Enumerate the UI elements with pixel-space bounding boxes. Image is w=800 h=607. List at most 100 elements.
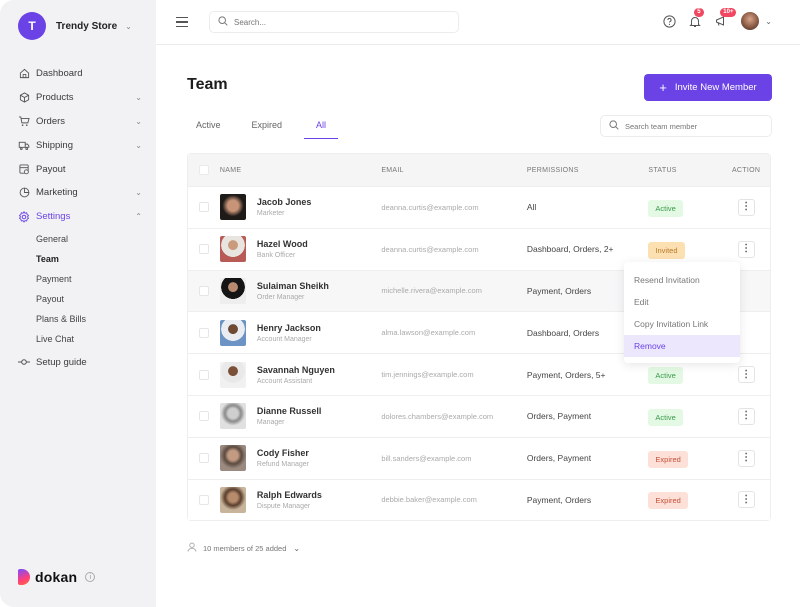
member-permissions: All: [526, 202, 537, 213]
sidebar-item-setup-guide[interactable]: Setup guide: [18, 351, 142, 375]
status-tabs: Active Expired All: [187, 112, 351, 139]
header-status[interactable]: STATUS: [648, 167, 722, 174]
member-role: Marketer: [256, 210, 285, 218]
chevron-down-icon[interactable]: ⌄: [765, 17, 772, 26]
member-name: Dianne Russell: [256, 406, 322, 417]
brand-name: dokan: [35, 569, 78, 585]
member-role: Refund Manager: [256, 461, 310, 469]
table-row[interactable]: Cody Fisher Refund Manager bill.sanders@…: [188, 436, 770, 479]
member-email: tim.jennings@example.com: [381, 370, 474, 380]
sidebar-item-dashboard[interactable]: Dashboard: [18, 62, 142, 86]
sidebar-item-products[interactable]: Products ⌄: [18, 86, 142, 110]
table-row[interactable]: Dianne Russell Manager dolores.chambers@…: [188, 394, 770, 437]
announcements-megaphone-icon[interactable]: 10+: [713, 8, 737, 29]
notifications-badge: 5: [694, 8, 704, 17]
sidebar-item-label: Payout: [36, 163, 66, 175]
top-actions: 5 10+ ⌄: [651, 8, 772, 30]
status-badge: Active: [648, 408, 683, 426]
payout-icon: [18, 163, 30, 175]
row-checkbox[interactable]: [198, 494, 209, 505]
table-row[interactable]: Ralph Edwards Dispute Manager debbie.bak…: [188, 478, 770, 521]
help-icon[interactable]: [661, 13, 677, 29]
row-checkbox[interactable]: [198, 202, 209, 213]
menu-toggle-icon[interactable]: [176, 17, 188, 27]
more-actions-icon[interactable]: ⋮: [737, 407, 755, 425]
sidebar-item-settings[interactable]: Settings ⌃: [18, 205, 142, 229]
menu-item-remove[interactable]: Remove: [624, 335, 740, 357]
row-checkbox[interactable]: [198, 369, 209, 380]
tab-active[interactable]: Active: [187, 112, 230, 139]
store-switcher[interactable]: T Trendy Store ⌄: [18, 12, 132, 40]
member-avatar: [219, 194, 246, 221]
select-all-checkbox[interactable]: [198, 165, 209, 175]
member-role: Dispute Manager: [256, 502, 311, 510]
sidebar-item-payout[interactable]: Payout: [18, 157, 142, 181]
chevron-down-icon: ⌄: [135, 140, 142, 150]
sidebar-item-label: Products: [36, 92, 74, 104]
global-search-input[interactable]: [234, 17, 434, 27]
more-actions-icon[interactable]: ⋮: [737, 240, 755, 258]
team-search[interactable]: [600, 115, 772, 137]
member-permissions: Orders, Payment: [526, 453, 592, 464]
notifications-bell-icon[interactable]: 5: [687, 8, 704, 29]
header-permissions[interactable]: PERMISSIONS: [527, 167, 649, 174]
header-name[interactable]: NAME: [220, 167, 381, 174]
sidebar-item-label: Dashboard: [36, 68, 83, 80]
submenu-item-plans-bills[interactable]: Plans & Bills: [36, 309, 142, 329]
member-name: Cody Fisher: [256, 448, 309, 459]
info-icon[interactable]: i: [85, 572, 96, 582]
submenu-item-payment[interactable]: Payment: [36, 269, 142, 289]
member-name: Ralph Edwards: [256, 489, 322, 500]
user-avatar[interactable]: [741, 12, 760, 30]
row-checkbox[interactable]: [198, 411, 209, 422]
search-icon: [609, 117, 619, 135]
header-email[interactable]: EMAIL: [381, 167, 527, 174]
setup-guide-icon: [18, 356, 30, 368]
pie-chart-icon: [18, 187, 30, 199]
global-search[interactable]: [209, 11, 459, 33]
submenu-item-payout[interactable]: Payout: [36, 289, 142, 309]
tab-all[interactable]: All: [304, 112, 339, 139]
member-name: Jacob Jones: [256, 197, 312, 208]
user-icon: [187, 542, 197, 554]
sidebar-item-shipping[interactable]: Shipping ⌄: [18, 133, 142, 157]
member-avatar: [219, 486, 246, 513]
chevron-down-icon: ⌄: [125, 21, 132, 31]
table-row[interactable]: Jacob Jones Marketer deanna.curtis@examp…: [188, 186, 770, 228]
team-search-input[interactable]: [625, 121, 765, 131]
menu-item-copy-invitation-link[interactable]: Copy Invitation Link: [624, 313, 740, 335]
home-icon: [18, 68, 30, 80]
tab-expired[interactable]: Expired: [243, 112, 292, 139]
more-actions-icon[interactable]: ⋮: [737, 366, 755, 384]
more-actions-icon[interactable]: ⋮: [737, 491, 755, 509]
member-count[interactable]: 10 members of 25 added ⌄: [187, 542, 300, 554]
row-checkbox[interactable]: [198, 244, 209, 255]
member-name: Savannah Nguyen: [256, 364, 335, 375]
more-actions-icon[interactable]: ⋮: [737, 449, 755, 467]
chevron-up-icon: ⌃: [135, 212, 142, 222]
submenu-item-general[interactable]: General: [36, 229, 142, 249]
row-checkbox[interactable]: [198, 327, 209, 338]
sidebar-item-orders[interactable]: Orders ⌄: [18, 110, 142, 134]
top-bar: 5 10+ ⌄: [156, 0, 800, 45]
member-email: bill.sanders@example.com: [381, 453, 472, 463]
submenu-item-live-chat[interactable]: Live Chat: [36, 329, 142, 349]
row-action-menu: Resend Invitation Edit Copy Invitation L…: [624, 262, 740, 363]
menu-item-edit[interactable]: Edit: [624, 291, 740, 313]
cart-icon: [18, 115, 30, 127]
member-name: Henry Jackson: [256, 322, 321, 333]
more-actions-icon[interactable]: ⋮: [737, 198, 755, 216]
brand: dokan i: [18, 569, 96, 585]
member-avatar: [219, 445, 246, 472]
sidebar-item-label: Orders: [36, 115, 66, 127]
sidebar-item-marketing[interactable]: Marketing ⌄: [18, 181, 142, 205]
row-checkbox[interactable]: [198, 285, 209, 296]
member-avatar: [219, 319, 246, 346]
sidebar-item-label: Shipping: [36, 139, 73, 151]
submenu-item-team[interactable]: Team: [36, 249, 142, 269]
box-icon: [18, 92, 30, 104]
invite-new-member-button[interactable]: + Invite New Member: [644, 74, 772, 101]
menu-item-resend-invitation[interactable]: Resend Invitation: [624, 269, 740, 291]
row-checkbox[interactable]: [198, 453, 209, 464]
member-email: dolores.chambers@example.com: [381, 411, 494, 421]
